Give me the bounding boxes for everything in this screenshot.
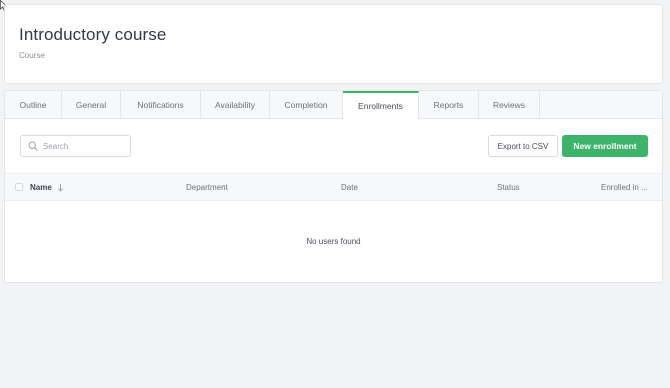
tab-completion[interactable]: Completion: [270, 91, 343, 118]
tab-availability[interactable]: Availability: [201, 91, 270, 118]
page-subtitle: Course: [19, 51, 45, 60]
enrollments-panel: Outline General Notifications Availabili…: [4, 90, 663, 283]
page-title: Introductory course: [19, 25, 167, 44]
tab-reviews[interactable]: Reviews: [479, 91, 540, 118]
empty-state-message: No users found: [306, 237, 361, 246]
column-header-date[interactable]: Date: [341, 183, 358, 192]
search-input[interactable]: [43, 141, 123, 151]
search-box[interactable]: [20, 135, 131, 157]
search-icon: [28, 141, 38, 151]
sort-arrow-down-icon[interactable]: [57, 183, 64, 192]
tab-reports[interactable]: Reports: [419, 91, 479, 118]
column-header-status[interactable]: Status: [497, 183, 520, 192]
course-header: Introductory course Course: [4, 4, 663, 84]
export-csv-button[interactable]: Export to CSV: [488, 135, 558, 157]
column-header-enrolled-in[interactable]: Enrolled in ...: [601, 183, 648, 192]
table-header: Name Department Date Status Enrolled in …: [5, 173, 662, 201]
select-all-checkbox[interactable]: [15, 183, 23, 191]
tab-outline[interactable]: Outline: [5, 91, 62, 118]
tab-bar-filler: [540, 91, 662, 118]
column-header-department[interactable]: Department: [186, 183, 228, 192]
column-header-name[interactable]: Name: [30, 183, 52, 192]
tab-general[interactable]: General: [62, 91, 121, 118]
new-enrollment-button[interactable]: New enrollment: [562, 135, 648, 157]
tab-enrollments[interactable]: Enrollments: [343, 91, 419, 119]
tab-bar: Outline General Notifications Availabili…: [5, 91, 662, 119]
tab-notifications[interactable]: Notifications: [121, 91, 201, 118]
